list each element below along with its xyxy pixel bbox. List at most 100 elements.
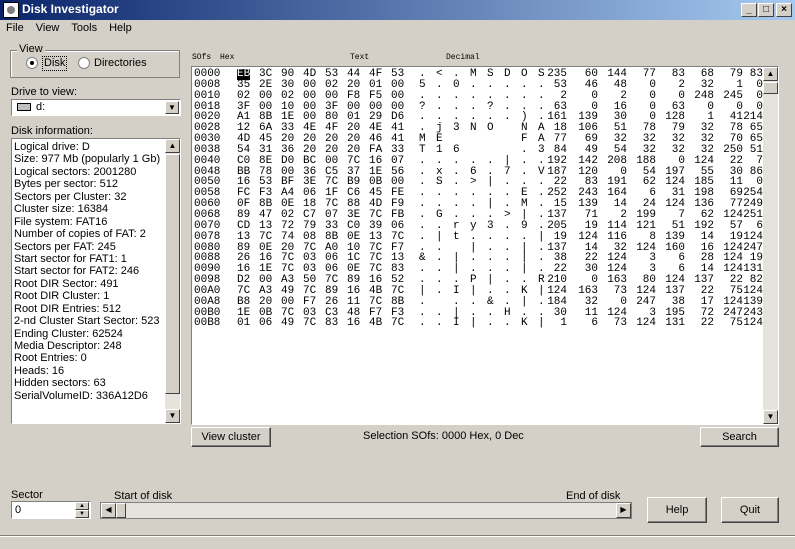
decimal-value[interactable]: 22	[721, 155, 743, 167]
decimal-value[interactable]: 2	[605, 90, 627, 102]
drive-select[interactable]: d: ▼	[11, 99, 181, 116]
close-button[interactable]: ×	[776, 3, 792, 17]
sector-down-icon[interactable]: ▼	[75, 510, 89, 518]
decimal-value[interactable]: 17	[692, 296, 714, 308]
hex-byte[interactable]: 00	[259, 90, 272, 102]
hex-byte[interactable]: D0	[281, 155, 294, 167]
hex-byte[interactable]: F8	[347, 90, 360, 102]
text-char[interactable]: &	[487, 296, 494, 308]
menu-file[interactable]: File	[0, 20, 30, 34]
text-char[interactable]: |	[504, 155, 511, 167]
hex-byte[interactable]: 0E	[347, 231, 360, 243]
scroll-down-icon[interactable]: ▼	[165, 409, 180, 423]
directories-radio[interactable]	[78, 57, 90, 69]
hex-byte[interactable]: 02	[237, 90, 250, 102]
text-char[interactable]: |	[521, 296, 528, 308]
scroll-thumb[interactable]	[763, 82, 778, 94]
menu-help[interactable]: Help	[103, 20, 138, 34]
decimal-value[interactable]: 184	[545, 296, 567, 308]
text-char[interactable]: .	[521, 231, 528, 243]
text-char[interactable]: .	[419, 155, 426, 167]
text-char[interactable]: I	[453, 318, 460, 329]
text-char[interactable]: .	[419, 296, 426, 308]
hex-row[interactable]: 0038 54 31 36 20 20 20 FA 33 T 1 6 . 3 84 49 54 32 32 32 25…	[194, 144, 763, 156]
hex-byte[interactable]: 49	[281, 318, 294, 329]
text-char[interactable]: .	[453, 296, 460, 308]
hex-byte[interactable]: 8B	[325, 231, 338, 243]
hex-byte[interactable]: 8B	[391, 296, 404, 308]
decimal-value[interactable]: 208	[605, 155, 627, 167]
text-char[interactable]: .	[419, 318, 426, 329]
hex-byte[interactable]: 13	[237, 231, 250, 243]
decimal-value[interactable]: 8	[634, 231, 656, 243]
decimal-value[interactable]: 192	[545, 155, 567, 167]
hex-byte[interactable]: 00	[281, 296, 294, 308]
hex-row[interactable]: 00A8 B8 20 00 F7 26 11 7C 8B. .. &. |. 184 32 0 247 38 1…	[194, 296, 763, 308]
menu-view[interactable]: View	[30, 20, 66, 34]
hex-byte[interactable]: 7C	[303, 318, 316, 329]
decimal-value[interactable]: 139	[741, 296, 763, 308]
text-char[interactable]: |	[538, 231, 545, 243]
text-char[interactable]: .	[504, 112, 511, 123]
hex-row[interactable]: 0080 89 0E 20 7C A0 10 7C F7.. |.. |. 137 14 32 124 16…	[194, 242, 763, 254]
hex-scrollbar[interactable]: ▲ ▼	[763, 67, 778, 424]
scroll-thumb[interactable]	[165, 154, 180, 394]
decimal-value[interactable]: 19	[721, 231, 743, 243]
decimal-value[interactable]: 245	[721, 90, 743, 102]
hex-byte[interactable]: 16	[347, 318, 360, 329]
disk-position-scrollbar[interactable]: ◀ ▶	[100, 502, 632, 519]
hex-byte[interactable]: 08	[303, 231, 316, 243]
hex-byte[interactable]: F5	[369, 90, 382, 102]
hex-byte[interactable]: 06	[259, 318, 272, 329]
decimal-value[interactable]: 131	[663, 318, 685, 329]
hex-byte[interactable]: F7	[303, 296, 316, 308]
decimal-value[interactable]: 116	[605, 231, 627, 243]
decimal-value[interactable]: 0	[663, 90, 685, 102]
hex-byte[interactable]: 7C	[391, 318, 404, 329]
text-char[interactable]: .	[521, 155, 528, 167]
decimal-value[interactable]: 142	[576, 155, 598, 167]
hex-row[interactable]: 0078 13 7C 74 08 8B 0E 13 7C. | t.... | 19 124 116 8 139…	[194, 231, 763, 243]
text-char[interactable]: .	[470, 90, 477, 102]
scroll-up-icon[interactable]: ▲	[763, 67, 778, 81]
text-char[interactable]: .	[436, 285, 443, 297]
decimal-value[interactable]: 247	[634, 296, 656, 308]
hex-byte[interactable]: 00	[325, 155, 338, 167]
scroll-up-icon[interactable]: ▲	[165, 139, 180, 153]
hex-byte[interactable]: 7C	[369, 296, 382, 308]
quit-button[interactable]: Quit	[721, 497, 779, 523]
decimal-value[interactable]: 22	[692, 318, 714, 329]
text-char[interactable]: .	[538, 90, 545, 102]
text-char[interactable]: .	[521, 90, 528, 102]
text-char[interactable]: |	[538, 318, 545, 329]
hex-byte[interactable]: 4B	[369, 318, 382, 329]
text-char[interactable]: .	[470, 155, 477, 167]
hex-byte[interactable]: 02	[281, 90, 294, 102]
minimize-button[interactable]: _	[741, 3, 757, 17]
sector-up-icon[interactable]: ▲	[75, 502, 89, 510]
text-char[interactable]: .	[419, 231, 426, 243]
hex-byte[interactable]: 7C	[259, 231, 272, 243]
text-char[interactable]: |	[470, 318, 477, 329]
hex-row[interactable]: 0000 EB 3C 90 4D 53 44 4F 53. <. M S D O S 235 60 144 77 83…	[194, 69, 763, 80]
decimal-value[interactable]: 32	[576, 296, 598, 308]
text-char[interactable]: .	[453, 90, 460, 102]
hex-byte[interactable]: 83	[325, 318, 338, 329]
text-char[interactable]: .	[504, 231, 511, 243]
hex-byte[interactable]: 07	[391, 155, 404, 167]
decimal-value[interactable]: 0	[576, 90, 598, 102]
decimal-value[interactable]: 139	[663, 231, 685, 243]
disk-radio-label[interactable]: Disk	[42, 56, 68, 71]
help-button[interactable]: Help	[647, 497, 707, 523]
hex-byte[interactable]: 11	[347, 296, 360, 308]
text-char[interactable]: .	[436, 155, 443, 167]
disk-info-box[interactable]: Logical drive: D Size: 977 Mb (popularly…	[11, 138, 181, 424]
text-char[interactable]: t	[453, 231, 460, 243]
hex-byte[interactable]: 8E	[259, 155, 272, 167]
hex-byte[interactable]: 74	[281, 231, 294, 243]
hex-row[interactable]: 0040 C0 8E D0 BC 00 7C 16 07..... |.. 192 142 208 188…	[194, 155, 763, 167]
hex-byte[interactable]: 16	[369, 155, 382, 167]
directories-radio-label[interactable]: Directories	[94, 57, 147, 69]
decimal-value[interactable]: 19	[545, 231, 567, 243]
text-char[interactable]: .	[538, 155, 545, 167]
